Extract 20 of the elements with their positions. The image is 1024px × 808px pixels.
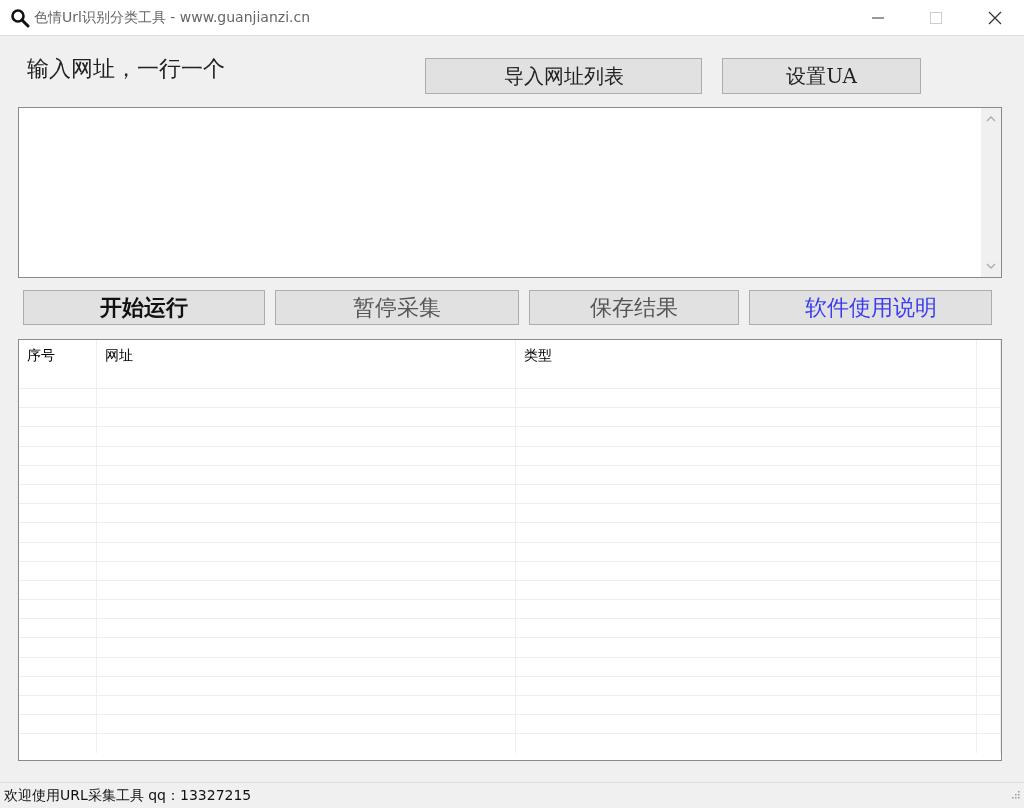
scroll-down-icon[interactable] (986, 263, 996, 269)
url-input-field[interactable] (18, 107, 1002, 278)
maximize-icon[interactable] (930, 11, 942, 24)
scroll-up-icon[interactable] (986, 116, 996, 122)
action-button[interactable]: 开始运行 (23, 290, 265, 325)
close-icon[interactable] (988, 10, 1002, 25)
action-button[interactable]: 保存结果 (529, 290, 740, 325)
resize-grip-icon[interactable] (1010, 790, 1020, 801)
column-header[interactable]: 类型 (516, 340, 977, 388)
status-text: 欢迎使用URL采集工具 qq：13327215 (4, 786, 252, 805)
action-button[interactable]: 暂停采集 (274, 290, 520, 325)
toolbar-button[interactable]: 设置UA (722, 58, 921, 94)
action-button[interactable]: 软件使用说明 (749, 290, 992, 325)
window-title: 色情Url识别分类工具 - www.guanjianzi.cn (34, 8, 311, 27)
input-label: 输入网址，一行一个 (27, 55, 226, 83)
column-header[interactable]: 序号 (19, 340, 97, 388)
column-header[interactable]: 网址 (97, 340, 516, 388)
search-icon (10, 7, 30, 28)
scrollbar[interactable] (981, 108, 1001, 277)
toolbar-button[interactable]: 导入网址列表 (425, 58, 702, 94)
